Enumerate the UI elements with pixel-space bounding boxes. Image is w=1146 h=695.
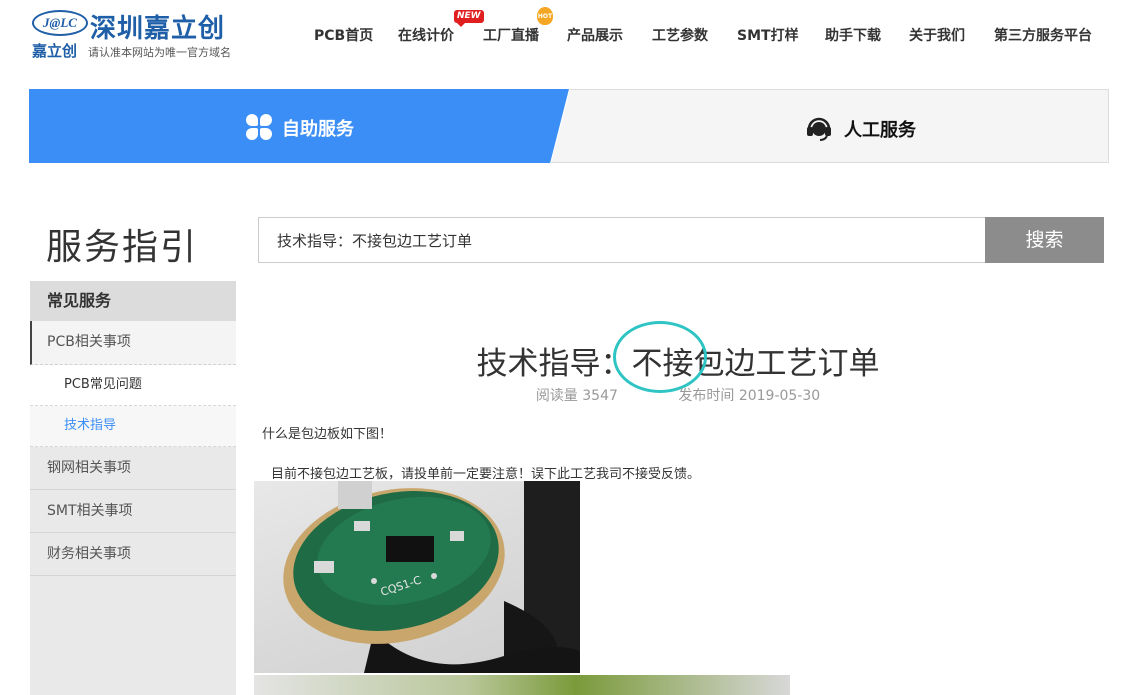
pcb-illustration: CQS1-C bbox=[283, 481, 580, 673]
tab-self-service[interactable]: 自助服务 bbox=[29, 89, 569, 163]
pcb-edge-plating-photo: CQS1-C bbox=[254, 481, 580, 673]
nav-about-us[interactable]: 关于我们 bbox=[909, 25, 965, 45]
pcb-photo-2 bbox=[254, 675, 790, 695]
tab-self-service-label: 自助服务 bbox=[282, 119, 354, 140]
views-label: 阅读量 bbox=[535, 388, 578, 404]
site-logo[interactable]: J@LC 深圳嘉立创 嘉立创 请认准本网站为唯一官方域名 bbox=[30, 8, 260, 62]
sidebar-item-stencil[interactable]: 钢网相关事项 bbox=[30, 447, 236, 490]
headset-icon bbox=[807, 117, 831, 141]
logo-slogan: 请认准本网站为唯一官方域名 bbox=[88, 46, 231, 59]
article-paragraph: 什么是包边板如下图！ bbox=[262, 427, 393, 442]
date-label: 发布时间 bbox=[678, 388, 735, 404]
circle-annotation bbox=[613, 321, 707, 393]
nav-products[interactable]: 产品展示 bbox=[567, 25, 623, 45]
new-badge: NEW bbox=[454, 10, 484, 27]
tab-human-service[interactable]: 人工服务 bbox=[551, 89, 1109, 163]
sidebar: 常见服务 PCB相关事项 PCB常见问题 技术指导 钢网相关事项 SMT相关事项… bbox=[30, 281, 236, 695]
service-tabs: 自助服务 人工服务 bbox=[29, 89, 1109, 163]
nav-pcb-home[interactable]: PCB首页 bbox=[314, 25, 373, 45]
sidebar-section-title: 常见服务 bbox=[30, 281, 236, 321]
logo-subname: 嘉立创 bbox=[32, 42, 78, 60]
nav-smt-proto[interactable]: SMT打样 bbox=[737, 25, 799, 45]
article-meta: 阅读量 3547 发布时间 2019-05-30 bbox=[258, 385, 1098, 405]
nav-assistant-download[interactable]: 助手下载 bbox=[825, 25, 881, 45]
sidebar-item-finance[interactable]: 财务相关事项 bbox=[30, 533, 236, 576]
search-button[interactable]: 搜索 bbox=[985, 217, 1104, 263]
tab-human-service-label: 人工服务 bbox=[844, 120, 916, 141]
page-title: 服务指引 bbox=[46, 227, 199, 268]
logo-badge: J@LC bbox=[32, 10, 88, 36]
nav-factory-live[interactable]: 工厂直播 HOT bbox=[483, 7, 553, 45]
sidebar-item-smt[interactable]: SMT相关事项 bbox=[30, 490, 236, 533]
nav-third-party[interactable]: 第三方服务平台 bbox=[994, 25, 1092, 45]
sidebar-subitem-pcb-faq[interactable]: PCB常见问题 bbox=[30, 365, 236, 406]
publish-date: 2019-05-30 bbox=[738, 388, 821, 404]
clover-icon bbox=[246, 114, 272, 140]
nav-process-params[interactable]: 工艺参数 bbox=[652, 25, 708, 45]
search-box bbox=[258, 217, 985, 263]
nav-online-quote[interactable]: 在线计价 NEW bbox=[398, 10, 484, 45]
nav-factory-live-label: 工厂直播 bbox=[483, 28, 539, 44]
article-paragraph: 目前不接包边工艺板，请投单前一定要注意！误下此工艺我司不接受反馈。 bbox=[271, 467, 701, 482]
logo-name: 深圳嘉立创 bbox=[90, 14, 226, 44]
search-input[interactable] bbox=[259, 218, 959, 262]
hot-badge: HOT bbox=[537, 7, 553, 25]
nav-online-quote-label: 在线计价 bbox=[398, 28, 454, 44]
sidebar-subitem-tech-guide[interactable]: 技术指导 bbox=[30, 406, 236, 447]
date-meta: 发布时间 2019-05-30 bbox=[678, 388, 820, 404]
views-count: 3547 bbox=[582, 388, 618, 404]
sidebar-item-pcb[interactable]: PCB相关事项 bbox=[30, 321, 236, 365]
views-meta: 阅读量 3547 bbox=[536, 388, 618, 404]
